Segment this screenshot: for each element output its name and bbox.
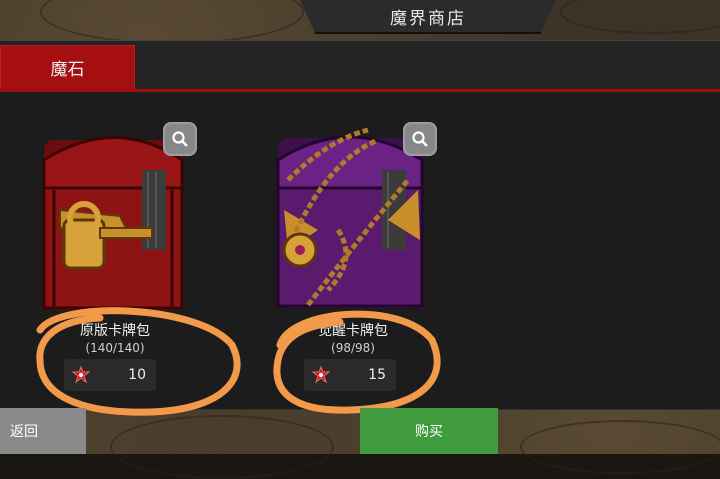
tab-magic-stone[interactable]: 魔石	[0, 45, 135, 89]
magic-stone-icon	[72, 366, 90, 384]
shop-title: 魔界商店	[300, 0, 556, 34]
price-value: 15	[368, 367, 386, 383]
zoom-button[interactable]	[163, 122, 197, 156]
map-decoration	[40, 0, 304, 44]
item-name: 原版卡牌包	[80, 323, 150, 339]
item-card-2[interactable]: 觉醒卡牌包 (98/98) 15	[268, 120, 438, 410]
magnifier-icon	[172, 131, 188, 147]
map-decoration	[520, 420, 720, 474]
item-name: 觉醒卡牌包	[318, 323, 388, 339]
price-tag: 15	[304, 359, 396, 391]
item-card-1[interactable]: 原版卡牌包 (140/140) 10	[30, 120, 200, 410]
price-tag: 10	[64, 359, 156, 391]
map-decoration	[110, 415, 334, 479]
price-value: 10	[128, 367, 146, 383]
magnifier-icon	[412, 131, 428, 147]
item-stock: (140/140)	[85, 341, 145, 355]
buy-button[interactable]: 购买	[360, 408, 498, 454]
item-stock: (98/98)	[331, 341, 375, 355]
zoom-button[interactable]	[403, 122, 437, 156]
tab-bar: 魔石	[0, 41, 720, 92]
magic-stone-icon	[312, 366, 330, 384]
map-decoration	[560, 0, 720, 34]
back-button[interactable]: 返回	[0, 408, 86, 454]
